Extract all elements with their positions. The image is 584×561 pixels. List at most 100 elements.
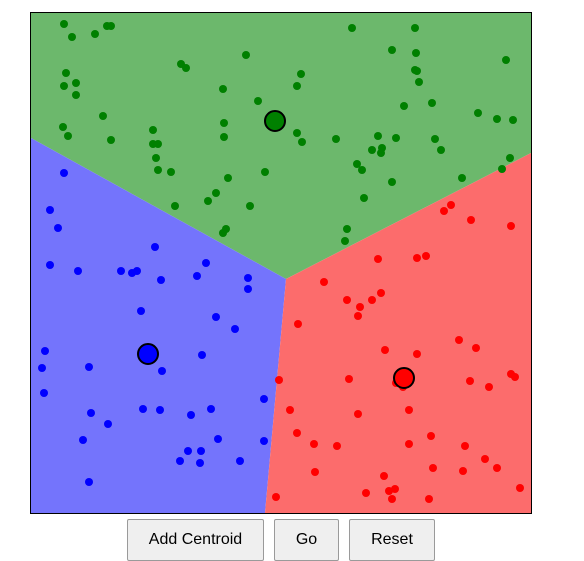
green-data-point: [254, 97, 262, 105]
green-data-point: [358, 166, 366, 174]
green-data-point: [388, 46, 396, 54]
red-data-point: [294, 320, 302, 328]
blue-centroid[interactable]: [137, 343, 159, 365]
red-data-point: [447, 201, 455, 209]
red-data-point: [467, 216, 475, 224]
green-centroid[interactable]: [264, 110, 286, 132]
green-data-point: [222, 225, 230, 233]
red-data-point: [459, 467, 467, 475]
green-data-point: [64, 132, 72, 140]
green-data-point: [377, 149, 385, 157]
red-data-point: [343, 296, 351, 304]
blue-data-point: [202, 259, 210, 267]
green-data-point: [60, 20, 68, 28]
red-data-point: [377, 289, 385, 297]
blue-data-point: [85, 363, 93, 371]
red-data-point: [356, 303, 364, 311]
green-data-point: [428, 99, 436, 107]
blue-data-point: [87, 409, 95, 417]
green-data-point: [293, 129, 301, 137]
control-bar: Add Centroid Go Reset: [0, 519, 584, 561]
red-data-point: [461, 442, 469, 450]
red-data-point: [310, 440, 318, 448]
green-data-point: [246, 202, 254, 210]
red-data-point: [374, 255, 382, 263]
green-data-point: [182, 64, 190, 72]
red-data-point: [320, 278, 328, 286]
blue-data-point: [79, 436, 87, 444]
green-data-point: [400, 102, 408, 110]
blue-data-point: [244, 285, 252, 293]
red-data-point: [354, 410, 362, 418]
add-centroid-button[interactable]: Add Centroid: [127, 519, 264, 561]
red-data-point: [380, 472, 388, 480]
green-data-point: [332, 135, 340, 143]
blue-data-point: [46, 206, 54, 214]
blue-data-point: [212, 313, 220, 321]
blue-data-point: [197, 447, 205, 455]
red-data-point: [388, 495, 396, 503]
green-data-point: [493, 115, 501, 123]
blue-data-point: [207, 405, 215, 413]
green-data-point: [415, 78, 423, 86]
green-data-point: [220, 133, 228, 141]
blue-data-point: [244, 274, 252, 282]
blue-data-point: [176, 457, 184, 465]
red-data-point: [345, 375, 353, 383]
green-data-point: [149, 126, 157, 134]
green-data-point: [107, 136, 115, 144]
blue-data-point: [214, 435, 222, 443]
green-data-point: [167, 168, 175, 176]
blue-data-point: [41, 347, 49, 355]
red-data-point: [391, 485, 399, 493]
red-data-point: [381, 346, 389, 354]
green-data-point: [68, 33, 76, 41]
red-data-point: [440, 207, 448, 215]
red-data-point: [311, 468, 319, 476]
green-data-point: [502, 56, 510, 64]
blue-data-point: [104, 420, 112, 428]
blue-data-point: [60, 169, 68, 177]
reset-button[interactable]: Reset: [349, 519, 435, 561]
red-data-point: [516, 484, 524, 492]
red-data-point: [485, 383, 493, 391]
green-data-point: [293, 82, 301, 90]
red-data-point: [422, 252, 430, 260]
green-data-point: [388, 178, 396, 186]
blue-data-point: [38, 364, 46, 372]
blue-data-point: [158, 367, 166, 375]
red-data-point: [405, 406, 413, 414]
blue-data-point: [260, 437, 268, 445]
green-data-point: [261, 168, 269, 176]
green-data-point: [154, 140, 162, 148]
green-data-point: [152, 154, 160, 162]
blue-data-point: [260, 395, 268, 403]
blue-data-point: [137, 307, 145, 315]
go-button[interactable]: Go: [274, 519, 339, 561]
green-data-point: [72, 79, 80, 87]
kmeans-canvas[interactable]: [31, 13, 531, 513]
red-data-point: [272, 493, 280, 501]
green-data-point: [498, 165, 506, 173]
green-data-point: [212, 189, 220, 197]
kmeans-canvas-frame: [30, 12, 532, 514]
red-data-point: [413, 350, 421, 358]
green-data-point: [431, 135, 439, 143]
blue-data-point: [236, 457, 244, 465]
green-data-point: [107, 22, 115, 30]
green-data-point: [343, 225, 351, 233]
green-data-point: [219, 85, 227, 93]
blue-data-point: [74, 267, 82, 275]
red-centroid[interactable]: [393, 367, 415, 389]
green-data-point: [91, 30, 99, 38]
red-data-point: [293, 429, 301, 437]
blue-data-point: [133, 267, 141, 275]
red-data-point: [362, 489, 370, 497]
blue-data-point: [46, 261, 54, 269]
blue-data-point: [198, 351, 206, 359]
red-data-point: [333, 442, 341, 450]
green-data-point: [509, 116, 517, 124]
red-data-point: [427, 432, 435, 440]
green-data-point: [154, 166, 162, 174]
green-data-point: [411, 24, 419, 32]
